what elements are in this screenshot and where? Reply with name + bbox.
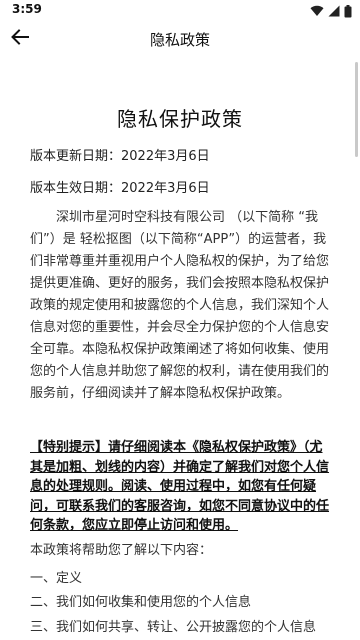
wifi-icon: [310, 5, 324, 17]
document-title: 隐私保护政策: [117, 107, 243, 131]
toc-item-sharing-disclosure: 三、我们如何共享、转让、公开披露您的个人信息: [30, 620, 317, 635]
battery-icon: [344, 4, 352, 18]
intro-paragraph: 深圳市星河时空科技有限公司 （以下简称 “我们”）是 轻松抠图（以下简称“APP…: [30, 210, 330, 401]
cellular-signal-icon: [328, 5, 340, 17]
toc-item-definitions: 一、定义: [30, 571, 83, 586]
page-title: 隐私政策: [149, 31, 210, 49]
status-time: 3:59: [12, 2, 42, 16]
contents-lead: 本政策将帮助您了解以下内容：: [30, 543, 213, 558]
toc-item-collection-use: 二、我们如何收集和使用您的个人信息: [30, 595, 252, 610]
app-bar: 隐私政策: [0, 22, 360, 56]
status-icons: [310, 4, 352, 18]
status-bar: 3:59: [0, 0, 360, 22]
policy-content[interactable]: 隐私保护政策 版本更新日期：2022年3月6日 版本生效日期：2022年3月6日…: [0, 56, 360, 640]
version-updated-date: 版本更新日期：2022年3月6日: [30, 149, 210, 164]
version-effective-date: 版本生效日期：2022年3月6日: [30, 181, 210, 196]
special-notice-paragraph: 【特别提示】请仔细阅读本《隐私权保护政策》（尤其是加粗、划线的内容）并确定了解我…: [30, 440, 330, 533]
scrollbar[interactable]: [355, 62, 358, 157]
